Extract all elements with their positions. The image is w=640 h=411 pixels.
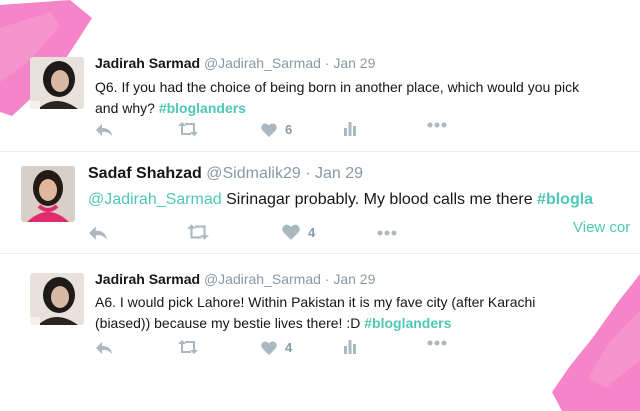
author-name[interactable]: Sadaf Shahzad xyxy=(88,165,202,182)
tweet-2[interactable]: Sadaf Shahzad @Sidmalik29 · Jan 29 @Jadi… xyxy=(0,152,640,253)
reply-icon xyxy=(89,226,107,240)
avatar[interactable] xyxy=(30,273,84,325)
separator-dot: · xyxy=(324,271,330,287)
tweet-text: Q6. If you had the choice of being born … xyxy=(95,77,625,119)
like-button[interactable]: 4 xyxy=(282,224,315,240)
tweet-header: Sadaf Shahzad @Sidmalik29 · Jan 29 xyxy=(88,165,363,183)
hashtag-link[interactable]: #bloglanders xyxy=(364,315,451,331)
retweet-icon xyxy=(178,340,198,354)
heart-icon xyxy=(282,224,300,240)
tweet-text-line: A6. I would pick Lahore! Within Pakistan… xyxy=(95,294,536,310)
tweet-3[interactable]: Jadirah Sarmad @Jadirah_Sarmad · Jan 29 … xyxy=(0,254,640,374)
tweet-actions: 4 xyxy=(88,224,408,246)
separator-dot: · xyxy=(305,165,311,182)
tweet-date[interactable]: Jan 29 xyxy=(333,271,375,287)
separator-dot: · xyxy=(324,55,330,71)
tweet-text: @Jadirah_Sarmad Sirinagar probably. My b… xyxy=(88,189,633,211)
heart-icon xyxy=(261,122,277,137)
tweet-date[interactable]: Jan 29 xyxy=(333,55,375,71)
tweet-text-line: Q6. If you had the choice of being born … xyxy=(95,79,580,95)
more-icon xyxy=(427,340,447,346)
retweet-button[interactable] xyxy=(186,224,210,240)
like-button[interactable]: 4 xyxy=(261,340,292,355)
author-handle[interactable]: @Jadirah_Sarmad xyxy=(204,271,321,287)
analytics-icon xyxy=(344,340,356,354)
author-handle[interactable]: @Sidmalik29 xyxy=(206,165,301,182)
mention-link[interactable]: @Jadirah_Sarmad xyxy=(88,191,222,208)
avatar[interactable] xyxy=(21,166,75,222)
more-button[interactable] xyxy=(376,230,398,236)
heart-icon xyxy=(261,340,277,355)
analytics-icon xyxy=(344,122,356,136)
tweet-text-line: and why? #bloglanders xyxy=(95,98,625,119)
retweet-icon xyxy=(187,224,209,240)
tweet-actions: 4 xyxy=(95,340,455,362)
tweet-text-segment: (biased)) because my bestie lives there!… xyxy=(95,315,365,331)
tweet-text: A6. I would pick Lahore! Within Pakistan… xyxy=(95,292,565,334)
tweet-text-segment: Sirinagar probably. My blood calls me th… xyxy=(221,191,538,208)
reply-icon xyxy=(96,342,112,354)
more-icon xyxy=(377,230,397,236)
hashtag-link[interactable]: #blogla xyxy=(537,191,593,208)
like-count: 4 xyxy=(285,340,293,355)
like-count: 6 xyxy=(285,122,293,137)
reply-button[interactable] xyxy=(95,340,113,356)
view-conversation-link[interactable]: View cor xyxy=(573,219,630,236)
like-count: 4 xyxy=(308,224,316,240)
more-button[interactable] xyxy=(427,122,447,128)
retweet-button[interactable] xyxy=(177,122,199,136)
more-icon xyxy=(427,122,447,128)
analytics-button[interactable] xyxy=(343,122,357,136)
analytics-button[interactable] xyxy=(343,340,357,354)
author-name[interactable]: Jadirah Sarmad xyxy=(95,55,200,71)
author-handle[interactable]: @Jadirah_Sarmad xyxy=(204,55,321,71)
tweet-actions: 6 xyxy=(95,122,455,144)
author-name[interactable]: Jadirah Sarmad xyxy=(95,271,200,287)
more-button[interactable] xyxy=(427,340,447,346)
reply-button[interactable] xyxy=(95,122,113,138)
tweet-1[interactable]: Jadirah Sarmad @Jadirah_Sarmad · Jan 29 … xyxy=(0,0,640,150)
avatar[interactable] xyxy=(30,57,84,109)
tweet-header: Jadirah Sarmad @Jadirah_Sarmad · Jan 29 xyxy=(95,55,375,71)
tweet-text-line: (biased)) because my bestie lives there!… xyxy=(95,313,565,334)
retweet-icon xyxy=(178,122,198,136)
like-button[interactable]: 6 xyxy=(261,122,292,137)
hashtag-link[interactable]: #bloglanders xyxy=(159,100,246,116)
tweet-date[interactable]: Jan 29 xyxy=(315,165,363,182)
tweet-header: Jadirah Sarmad @Jadirah_Sarmad · Jan 29 xyxy=(95,271,375,287)
retweet-button[interactable] xyxy=(177,340,199,354)
tweet-text-segment: and why? xyxy=(95,100,159,116)
reply-button[interactable] xyxy=(88,224,108,242)
reply-icon xyxy=(96,124,112,136)
